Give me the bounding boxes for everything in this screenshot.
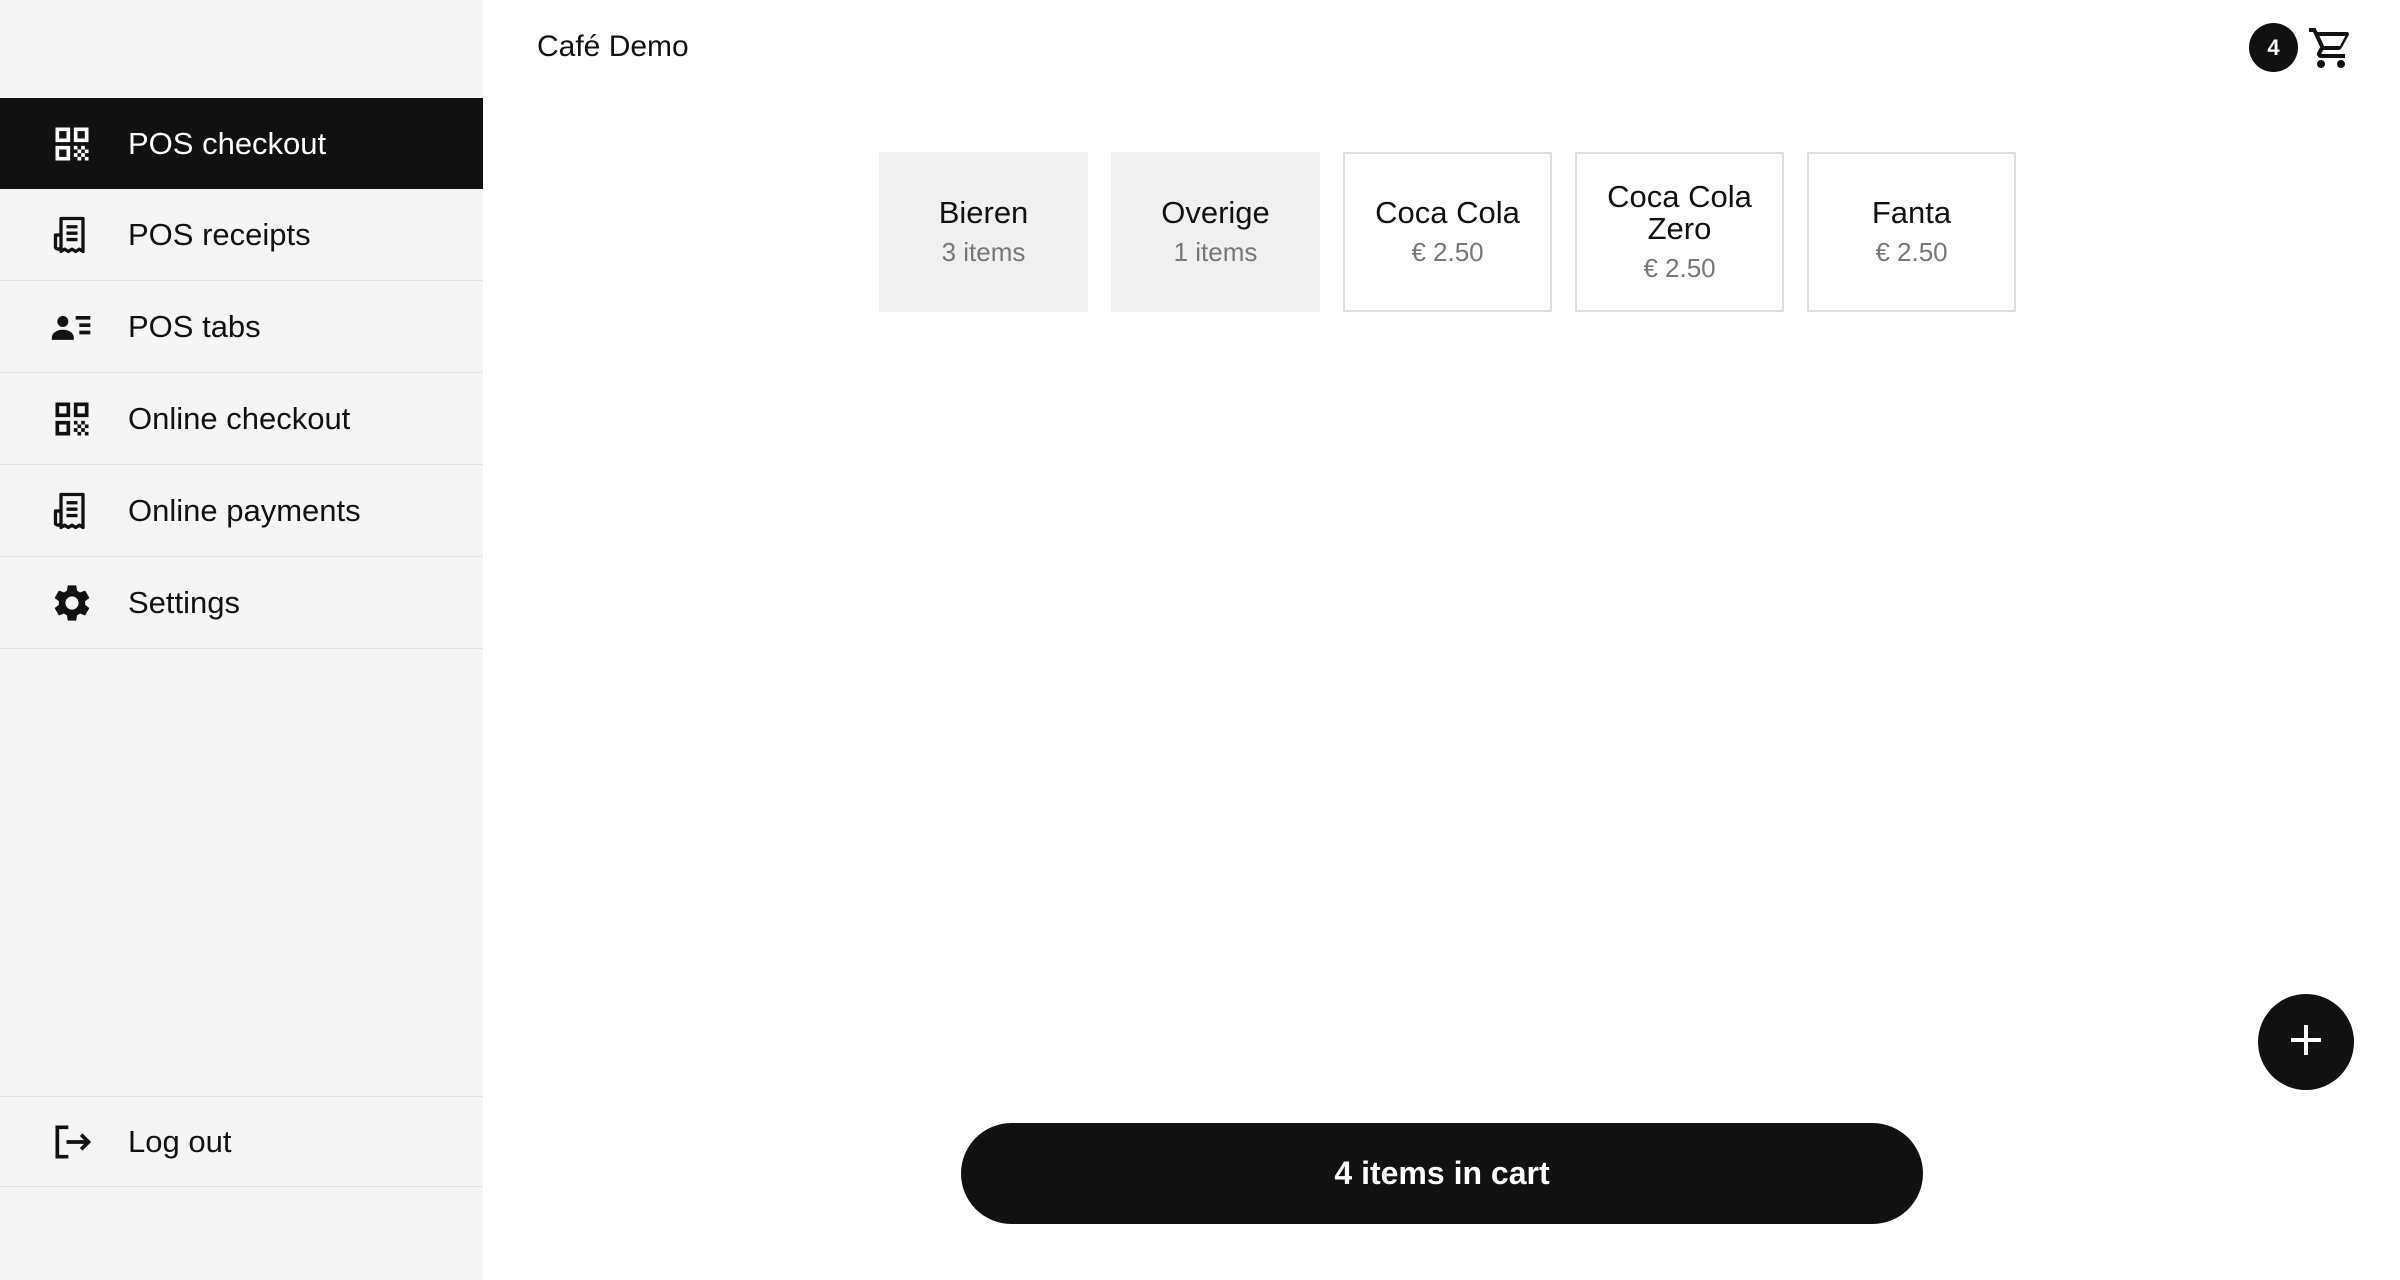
qr-code-icon (50, 397, 94, 441)
sidebar-item-label: POS checkout (128, 125, 327, 161)
logout-icon (50, 1120, 94, 1164)
sidebar-item-pos-tabs[interactable]: POS tabs (0, 282, 483, 373)
gear-icon (50, 581, 94, 625)
tile-price: € 2.50 (1411, 236, 1484, 267)
receipt-icon (50, 213, 94, 257)
sidebar-item-online-checkout[interactable]: Online checkout (0, 374, 483, 465)
main-content: Café Demo 4 Bieren 3 items Overige 1 ite… (483, 0, 2400, 1280)
cart-count-badge[interactable]: 4 (2249, 23, 2298, 72)
tile-name: Fanta (1871, 194, 1952, 230)
tile-item-count: 1 items (1173, 236, 1258, 267)
sidebar-item-online-payments[interactable]: Online payments (0, 466, 483, 557)
sidebar-item-label: Online checkout (128, 401, 351, 436)
tile-name: Bieren (938, 194, 1029, 230)
person-list-icon (50, 305, 94, 349)
tile-price: € 2.50 (1643, 252, 1716, 283)
product-grid: Bieren 3 items Overige 1 items Coca Cola… (879, 152, 2019, 312)
tile-name: Overige (1161, 194, 1270, 230)
product-tile[interactable]: Coca Cola € 2.50 (1343, 152, 1552, 312)
sidebar-item-label: POS receipts (128, 217, 311, 252)
sidebar-item-settings[interactable]: Settings (0, 558, 483, 649)
sidebar: POS checkout POS receipts POS tabs Onlin… (0, 0, 483, 1280)
shopping-cart-icon[interactable] (2307, 24, 2355, 72)
receipt-icon (50, 489, 94, 533)
logout-label: Log out (128, 1123, 232, 1159)
cart-checkout-button[interactable]: 4 items in cart (961, 1123, 1923, 1224)
sidebar-item-label: Online payments (128, 493, 361, 528)
product-tile[interactable]: Fanta € 2.50 (1807, 152, 2016, 312)
sidebar-item-label: Settings (128, 585, 241, 620)
logout-button[interactable]: Log out (0, 1096, 483, 1187)
category-tile[interactable]: Bieren 3 items (879, 152, 1088, 312)
sidebar-item-pos-receipts[interactable]: POS receipts (0, 190, 483, 281)
tile-price: € 2.50 (1875, 236, 1948, 267)
add-button[interactable] (2258, 994, 2354, 1090)
tile-name: Coca Cola Zero (1607, 178, 1752, 246)
sidebar-item-pos-checkout[interactable]: POS checkout (0, 98, 483, 189)
plus-icon (2286, 1020, 2326, 1065)
category-tile[interactable]: Overige 1 items (1111, 152, 1320, 312)
tile-name: Coca Cola (1375, 194, 1520, 230)
qr-code-icon (50, 122, 94, 166)
sidebar-item-label: POS tabs (128, 309, 261, 344)
product-tile[interactable]: Coca Cola Zero € 2.50 (1575, 152, 1784, 312)
tile-item-count: 3 items (941, 236, 1026, 267)
app-title: Café Demo (537, 30, 689, 63)
